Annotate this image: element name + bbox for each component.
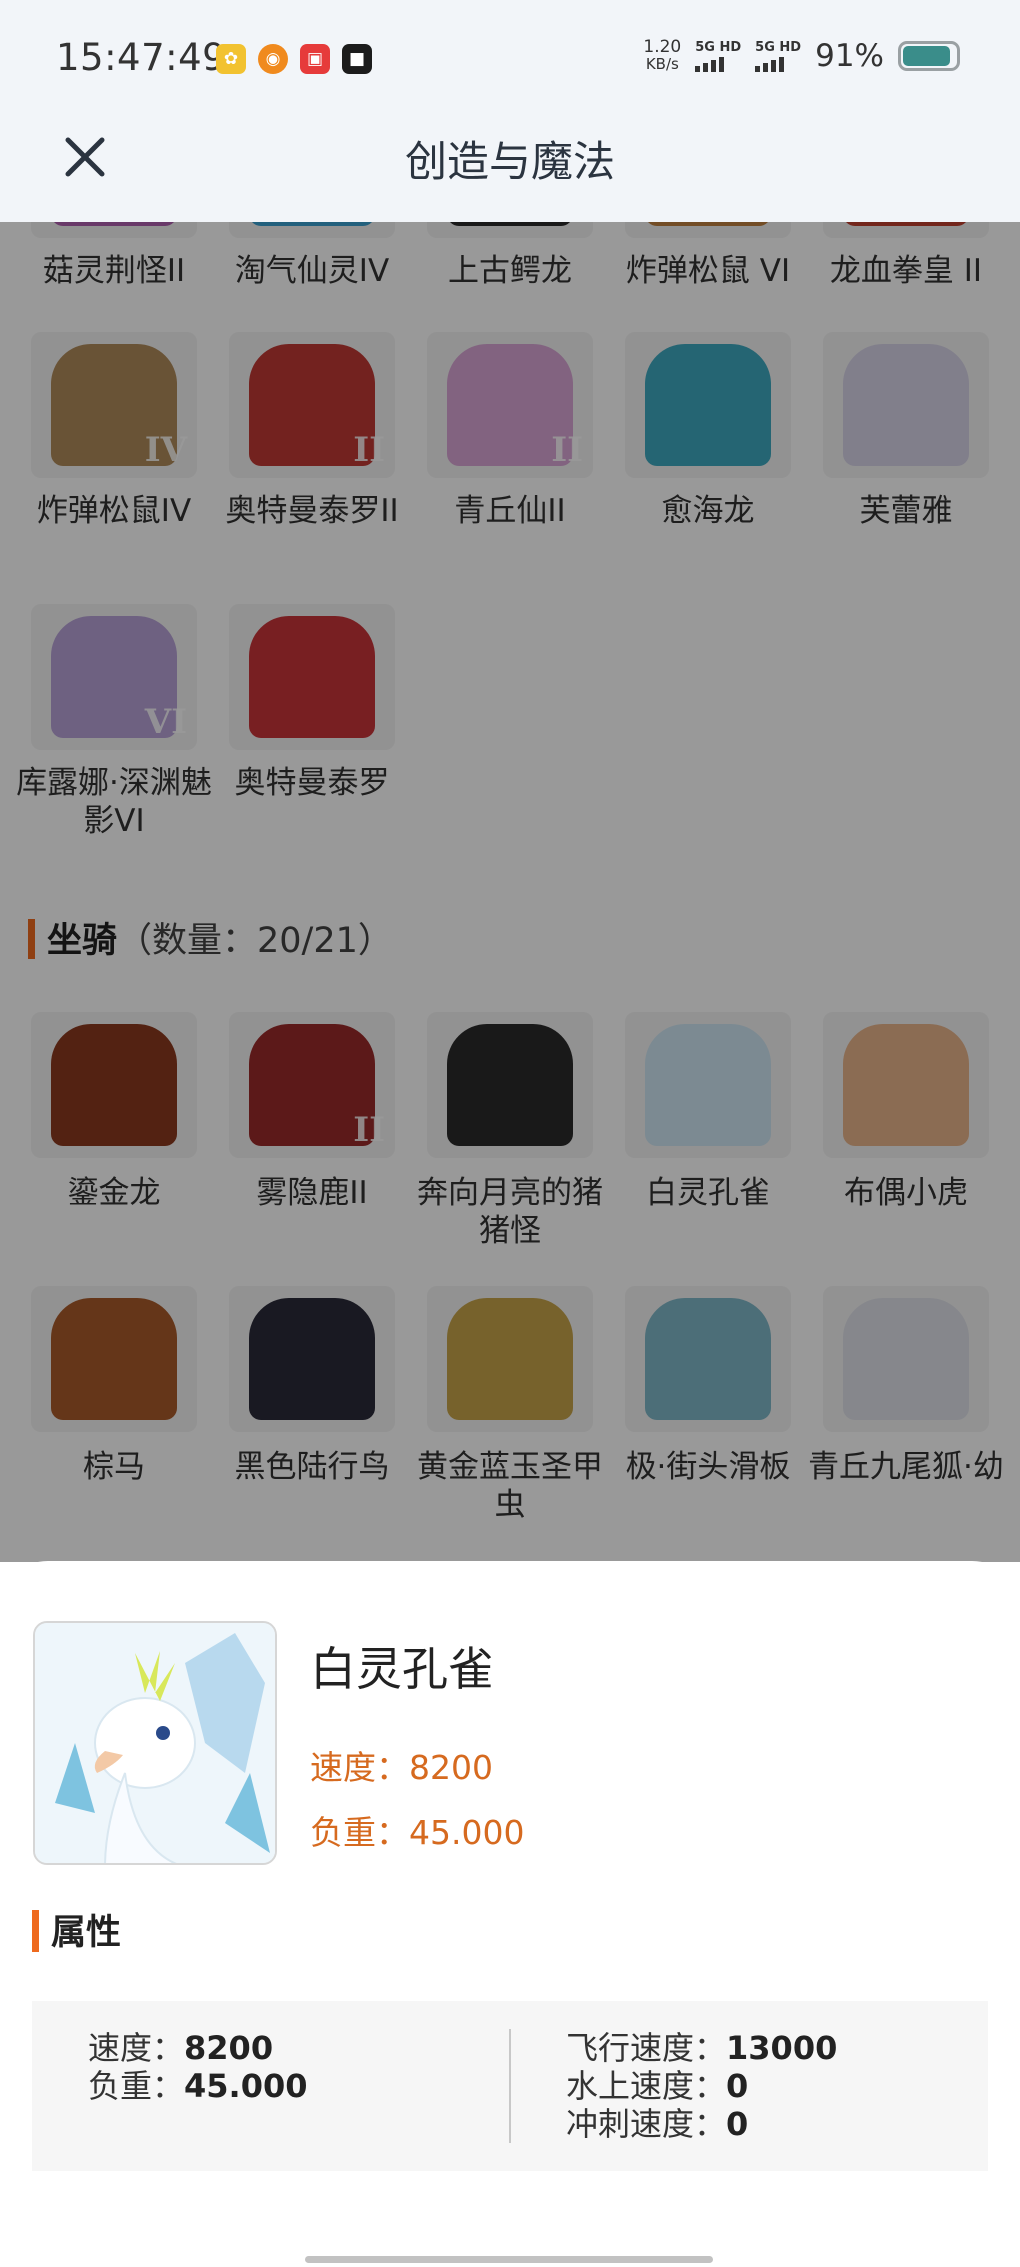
weibo-icon: ◉ [258,44,288,74]
section-accent-bar [32,1910,39,1952]
status-indicators: 1.20 KB/s 5G HD 5G HD 91% [643,38,960,74]
net-speed: 1.20 KB/s [643,37,682,73]
yellow-app-icon: ✿ [216,44,246,74]
signal-icon-sim1: 5G HD [695,41,741,72]
battery-level [903,46,951,66]
status-bar: 15:47:49 ✿ ◉ ▣ ■ 1.20 KB/s 5G HD 5G HD 9… [0,0,1020,110]
home-indicator[interactable] [305,2256,713,2263]
peacock-illustration [35,1623,275,1863]
clock: 15:47:49 [56,36,227,79]
top-bar: 创造与魔法 [0,110,1020,222]
black-app-icon: ■ [342,44,372,74]
mount-image [33,1621,277,1865]
attr-divider [509,2029,511,2143]
attr-load: 负重：45.000 [88,2067,308,2105]
attr-flight-speed: 飞行速度：13000 [566,2029,838,2067]
red-app-icon: ▣ [300,44,330,74]
signal-icon-sim2: 5G HD [755,41,801,72]
battery-percent: 91% [815,38,884,74]
notification-icons: ✿ ◉ ▣ ■ [216,44,372,74]
speed-stat: 速度：8200 [310,1748,493,1787]
attr-speed: 速度：8200 [88,2029,274,2067]
dim-overlay[interactable] [0,222,1020,1562]
detail-sheet: 白灵孔雀 速度：8200 负重：45.000 属性 速度：8200 负重：45.… [0,1561,1020,2267]
page-title: 创造与魔法 [404,137,615,186]
load-stat: 负重：45.000 [310,1813,525,1852]
attributes-panel: 速度：8200 负重：45.000 飞行速度：13000 水上速度：0 冲刺速度… [32,2001,988,2171]
attr-water-speed: 水上速度：0 [566,2067,749,2105]
attr-dash-speed: 冲刺速度：0 [566,2105,749,2143]
battery-icon [898,41,960,71]
mount-name: 白灵孔雀 [310,1642,494,1696]
attributes-title: 属性 [32,1904,121,1955]
